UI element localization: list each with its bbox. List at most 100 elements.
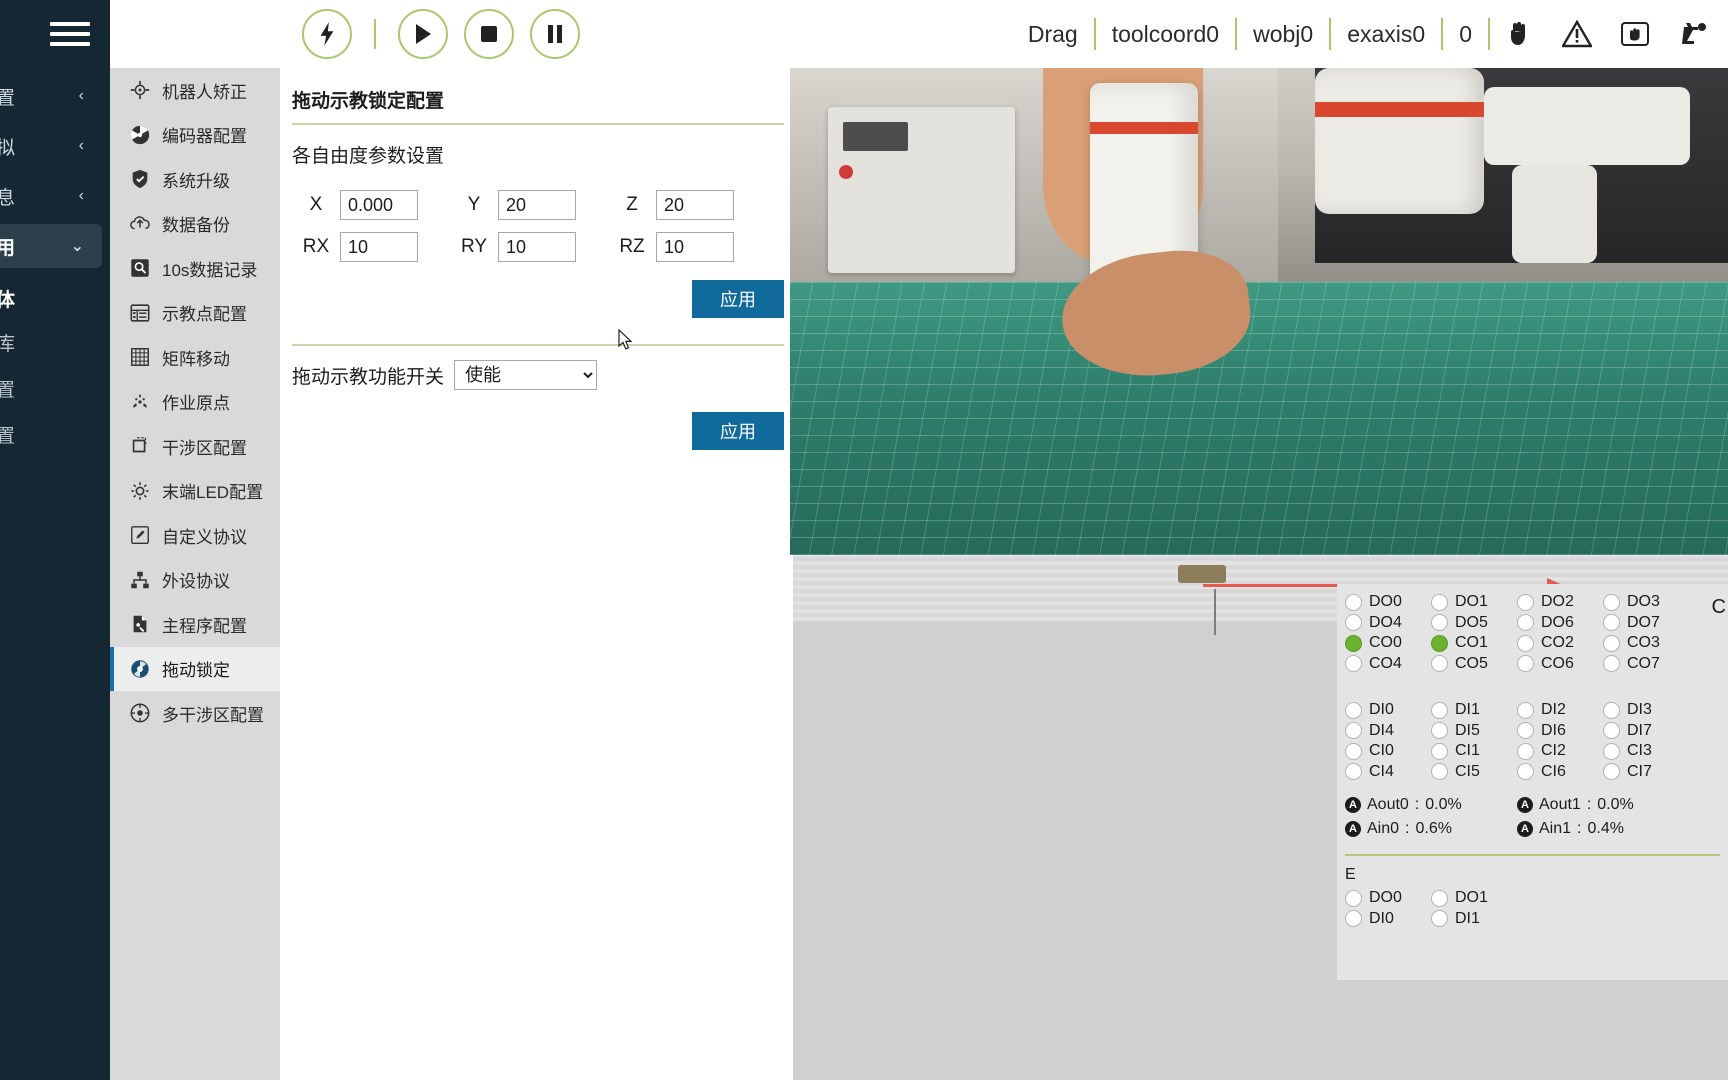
io-item-di2[interactable]: DI2	[1517, 700, 1603, 721]
io-item-ci1[interactable]: CI1	[1431, 741, 1517, 762]
io-item-di1[interactable]: DI1	[1431, 700, 1517, 721]
status-exaxis[interactable]: exaxis0	[1331, 21, 1441, 48]
io-item-di6[interactable]: DI6	[1517, 721, 1603, 742]
io-item-co3[interactable]: CO3	[1603, 633, 1689, 654]
led-indicator	[1345, 701, 1362, 719]
io-item-do4[interactable]: DO4	[1345, 613, 1431, 634]
sidebar-item-custom-protocol[interactable]: 自定义协议	[110, 513, 280, 558]
chevron-left-icon: ‹	[78, 187, 84, 204]
io-item-ci0[interactable]: CI0	[1345, 741, 1431, 762]
status-toolcoord[interactable]: toolcoord0	[1096, 21, 1235, 48]
io-label: DO1	[1455, 593, 1488, 611]
io-item-di0[interactable]: DI0	[1345, 700, 1431, 721]
stop-button[interactable]	[464, 9, 514, 59]
io-item-end-do1[interactable]: DO1	[1431, 888, 1517, 909]
led-indicator	[1431, 763, 1448, 781]
field-input-z[interactable]	[656, 190, 734, 220]
io-item-co1[interactable]: CO1	[1431, 633, 1517, 654]
sidebar-item-multi-interference-config[interactable]: 多干涉区配置	[110, 691, 280, 736]
camera-feed[interactable]	[790, 68, 1728, 555]
sidebar-item-main-program-config[interactable]: 主程序配置	[110, 602, 280, 647]
sidebar-subitem-0[interactable]: 专家库	[0, 320, 102, 364]
sidebar-item-0[interactable]: 始设置 ‹	[0, 74, 102, 118]
hamburger-menu-icon[interactable]	[50, 18, 90, 50]
io-label: CO2	[1541, 634, 1574, 652]
field-input-y[interactable]	[498, 190, 576, 220]
io-item-co2[interactable]: CO2	[1517, 633, 1603, 654]
sidebar-item-label: 编码器配置	[162, 127, 247, 147]
sidebar-item-1[interactable]: 数模拟 ‹	[0, 124, 102, 168]
sidebar-item-robot-calibration[interactable]: 机器人矫正	[110, 68, 280, 113]
robot-icon[interactable]	[1670, 14, 1716, 54]
power-button[interactable]	[302, 9, 352, 59]
hand-jog-icon[interactable]	[1496, 14, 1542, 54]
sidebar-item-label: 干涉区配置	[162, 438, 247, 458]
io-item-ci4[interactable]: CI4	[1345, 762, 1431, 783]
io-item-ci7[interactable]: CI7	[1603, 762, 1689, 783]
led-indicator	[1431, 593, 1448, 611]
io-item-ci6[interactable]: CI6	[1517, 762, 1603, 783]
sidebar-item-peripheral-protocol[interactable]: 外设协议	[110, 558, 280, 603]
sidebar-item-work-origin[interactable]: 作业原点	[110, 380, 280, 425]
io-item-di4[interactable]: DI4	[1345, 721, 1431, 742]
sidebar-item-system-upgrade[interactable]: 系统升级	[110, 157, 280, 202]
play-icon	[413, 23, 433, 45]
apply-button-dof[interactable]: 应用	[692, 280, 784, 318]
video-robot-upper-arm	[1484, 87, 1691, 166]
io-item-di3[interactable]: DI3	[1603, 700, 1689, 721]
io-item-co5[interactable]: CO5	[1431, 654, 1517, 675]
status-wobj[interactable]: wobj0	[1237, 21, 1329, 48]
drag-switch-select[interactable]: 使能 禁能	[454, 360, 598, 390]
io-item-co7[interactable]: CO7	[1603, 654, 1689, 675]
io-item-co0[interactable]: CO0	[1345, 633, 1431, 654]
field-input-x[interactable]	[340, 190, 418, 220]
io-item-co6[interactable]: CO6	[1517, 654, 1603, 675]
io-item-ci2[interactable]: CI2	[1517, 741, 1603, 762]
sun-icon	[128, 479, 152, 503]
analog-label: Aout0	[1367, 796, 1409, 813]
sidebar-item-10s-data-record[interactable]: 10s数据记录	[110, 246, 280, 291]
io-item-do7[interactable]: DO7	[1603, 613, 1689, 634]
status-value[interactable]: 0	[1443, 21, 1488, 48]
teach-hand-icon[interactable]	[1612, 14, 1658, 54]
sidebar-item-label: 始设置	[0, 87, 16, 109]
sidebar-item-3-active[interactable]: 动应用 ⌄	[0, 224, 102, 268]
io-item-do0[interactable]: DO0	[1345, 592, 1431, 613]
io-item-ci3[interactable]: CI3	[1603, 741, 1689, 762]
sidebar-item-interference-zone[interactable]: 干涉区配置	[110, 424, 280, 469]
apply-button-switch[interactable]: 应用	[692, 412, 784, 450]
io-item-end-di0[interactable]: DI0	[1345, 909, 1431, 930]
io-item-do5[interactable]: DO5	[1431, 613, 1517, 634]
sidebar-item-data-backup[interactable]: 数据备份	[110, 202, 280, 247]
sidebar-subitem-1[interactable]: 柱设置	[0, 366, 102, 410]
field-input-ry[interactable]	[498, 232, 576, 262]
run-button[interactable]	[398, 9, 448, 59]
pause-button[interactable]	[530, 9, 580, 59]
status-mode[interactable]: Drag	[1012, 21, 1094, 48]
io-item-di7[interactable]: DI7	[1603, 721, 1689, 742]
sidebar-subitem-2[interactable]: 范设置	[0, 412, 102, 456]
io-label: DO3	[1627, 593, 1660, 611]
sidebar-item-matrix-move[interactable]: 矩阵移动	[110, 335, 280, 380]
sidebar-item-2[interactable]: 态信息 ‹	[0, 174, 102, 218]
io-label: CI7	[1627, 762, 1652, 780]
sidebar-item-drag-lock[interactable]: 拖动锁定	[110, 646, 280, 691]
grid-icon	[128, 345, 152, 369]
io-item-di5[interactable]: DI5	[1431, 721, 1517, 742]
io-item-do1[interactable]: DO1	[1431, 592, 1517, 613]
io-item-end-do0[interactable]: DO0	[1345, 888, 1431, 909]
io-item-do2[interactable]: DO2	[1517, 592, 1603, 613]
sidebar-item-encoder-config[interactable]: 编码器配置	[110, 113, 280, 158]
io-item-do6[interactable]: DO6	[1517, 613, 1603, 634]
field-input-rz[interactable]	[656, 232, 734, 262]
field-input-rx[interactable]	[340, 232, 418, 262]
sidebar-item-end-led-config[interactable]: 末端LED配置	[110, 469, 280, 514]
io-item-end-di1[interactable]: DI1	[1431, 909, 1517, 930]
io-item-ci5[interactable]: CI5	[1431, 762, 1517, 783]
analog-badge-icon: A	[1517, 821, 1533, 837]
io-item-co4[interactable]: CO4	[1345, 654, 1431, 675]
io-item-do3[interactable]: DO3	[1603, 592, 1689, 613]
warning-icon[interactable]	[1554, 14, 1600, 54]
io-label: CI4	[1369, 762, 1394, 780]
sidebar-item-teach-point-config[interactable]: 示教点配置	[110, 291, 280, 336]
